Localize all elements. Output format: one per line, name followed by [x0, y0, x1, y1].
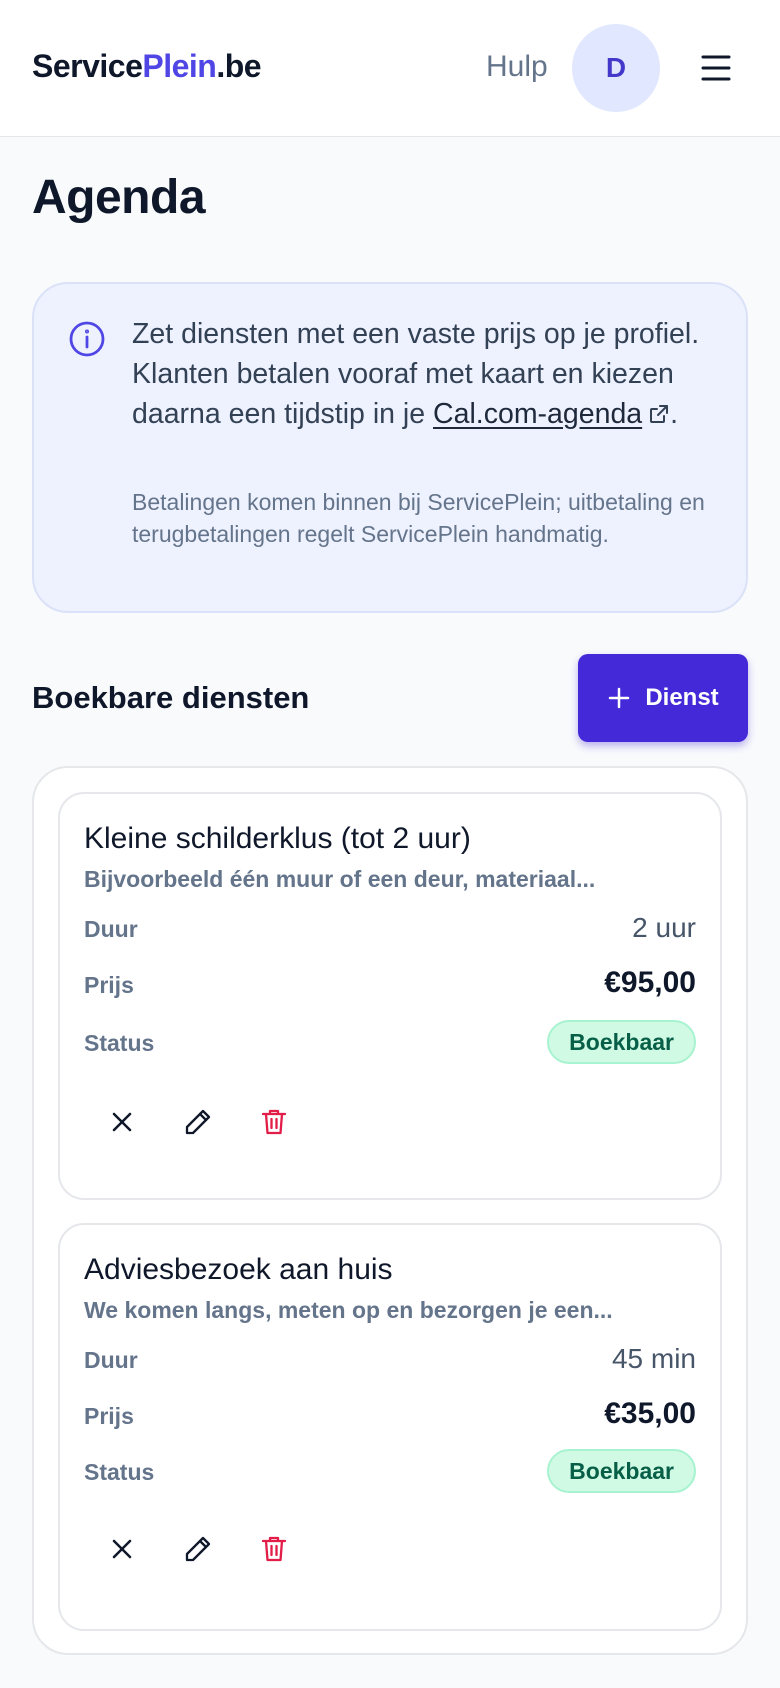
external-link-icon[interactable]	[648, 403, 670, 425]
user-avatar[interactable]: D	[572, 24, 660, 112]
status-badge: Boekbaar	[547, 1020, 696, 1064]
service-description: Bijvoorbeeld één muur of een deur, mater…	[84, 866, 596, 892]
duration-label: Duur	[84, 916, 138, 942]
delete-button[interactable]	[246, 1094, 302, 1150]
edit-button[interactable]	[170, 1094, 226, 1150]
price-value: €95,00	[604, 966, 696, 999]
delete-button[interactable]	[246, 1521, 302, 1577]
price-value: €35,00	[604, 1397, 696, 1430]
logo-part-service: Service	[32, 48, 143, 84]
pencil-icon	[185, 1109, 211, 1135]
top-header: ServicePlein.be Hulp D	[0, 0, 780, 137]
close-icon	[112, 1539, 132, 1559]
brand-logo[interactable]: ServicePlein.be	[32, 48, 262, 85]
help-link[interactable]: Hulp	[486, 50, 548, 84]
info-text-end: .	[670, 398, 679, 430]
pencil-icon	[185, 1536, 211, 1562]
add-service-label: Dienst	[645, 684, 719, 711]
status-label: Status	[84, 1459, 155, 1485]
trash-icon	[261, 1536, 287, 1562]
services-list: Kleine schilderklus (tot 2 uur) Bijvoorb…	[32, 766, 748, 1655]
duration-value: 2 uur	[632, 912, 696, 943]
price-label: Prijs	[84, 972, 134, 998]
section-title: Boekbare diensten	[32, 680, 310, 715]
info-notice: Zet diensten met een vaste prijs op je p…	[32, 282, 748, 613]
deactivate-button[interactable]	[94, 1521, 150, 1577]
price-label: Prijs	[84, 1403, 134, 1429]
service-title: Adviesbezoek aan huis	[84, 1253, 393, 1286]
service-card: Kleine schilderklus (tot 2 uur) Bijvoorb…	[58, 792, 722, 1200]
edit-button[interactable]	[170, 1521, 226, 1577]
info-subtext: Betalingen komen binnen bij ServicePlein…	[132, 489, 705, 547]
info-icon	[69, 321, 105, 357]
info-main-text: Zet diensten met een vaste prijs op je p…	[132, 314, 722, 434]
status-label: Status	[84, 1030, 155, 1056]
duration-value: 45 min	[611, 1343, 696, 1374]
service-card: Adviesbezoek aan huis We komen langs, me…	[58, 1223, 722, 1631]
close-icon	[112, 1112, 132, 1132]
service-description: We komen langs, meten op en bezorgen je …	[84, 1297, 613, 1323]
trash-icon	[261, 1109, 287, 1135]
service-title: Kleine schilderklus (tot 2 uur)	[84, 822, 471, 855]
hamburger-menu-icon[interactable]	[700, 52, 732, 84]
page-title: Agenda	[32, 171, 206, 224]
duration-label: Duur	[84, 1347, 138, 1373]
logo-part-plein: Plein	[142, 48, 217, 84]
add-service-button[interactable]: Dienst	[578, 654, 748, 742]
plus-icon	[609, 687, 630, 709]
deactivate-button[interactable]	[94, 1094, 150, 1150]
cal-agenda-link[interactable]: Cal.com-agenda	[433, 398, 642, 430]
status-badge: Boekbaar	[547, 1449, 696, 1493]
logo-part-domain: .be	[216, 48, 262, 84]
